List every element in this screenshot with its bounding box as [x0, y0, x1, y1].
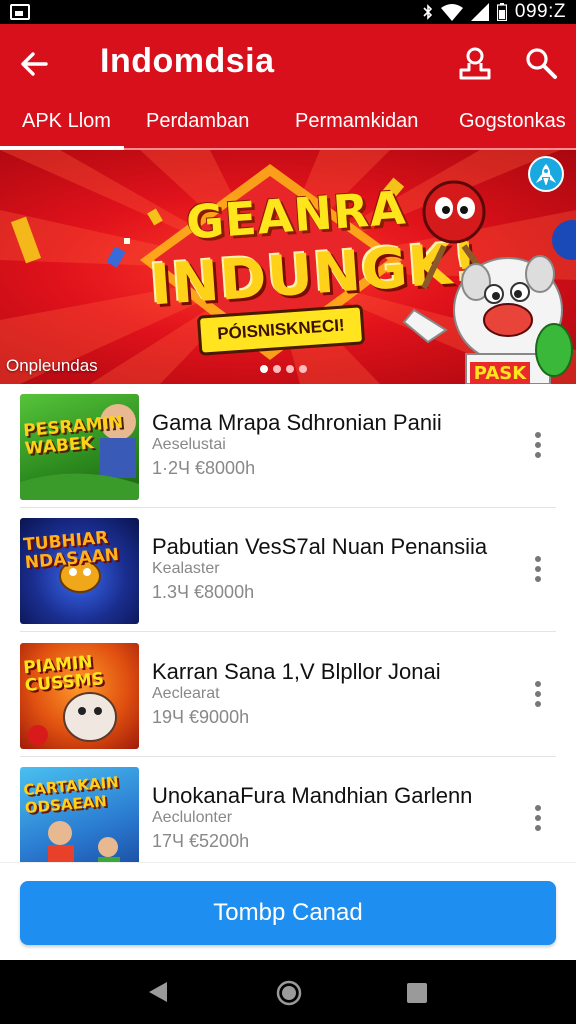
bluetooth-icon — [423, 4, 433, 20]
game-developer: Kealaster — [152, 560, 220, 577]
rocket-icon — [536, 164, 556, 185]
game-title: Pabutian VesS7al Nuan Penansiia — [152, 534, 488, 559]
list-item[interactable]: TUBHIAR NDASAAN Pabutian VesS7al Nuan Pe… — [0, 508, 576, 632]
list-item[interactable]: PIAMIN CUSSMS Karran Sana 1,V Blpllor Jo… — [0, 633, 576, 757]
banner-dot[interactable] — [260, 365, 268, 373]
game-title: Gama Mrapa Sdhronian Panii — [152, 410, 442, 435]
row-divider — [20, 631, 556, 632]
list-item[interactable]: PESRAMIN WABEK Gama Mrapa Sdhronian Pani… — [0, 384, 576, 508]
more-options-icon[interactable] — [524, 430, 552, 460]
game-thumbnail: TUBHIAR NDASAAN — [20, 518, 139, 624]
list-item[interactable]: CARTAKAIN ODSAEAN UnokanaFura Mandhian G… — [0, 757, 576, 862]
game-title: Karran Sana 1,V Blpllor Jonai — [152, 659, 441, 684]
bottom-action-area: Tombp Canad — [0, 862, 576, 960]
game-title: UnokanaFura Mandhian Garlenn — [152, 783, 473, 808]
status-bar: 099:Z — [0, 0, 576, 24]
game-developer: Aeclulonter — [152, 809, 233, 826]
battery-icon — [496, 3, 507, 21]
promo-banner[interactable]: GEANRA INDUNGK! PÓISNISKNECI! PASK Onple… — [0, 150, 576, 384]
game-meta: 1·2Ч €8000h — [152, 458, 256, 478]
more-options-icon[interactable] — [524, 803, 552, 833]
banner-pagination — [260, 365, 307, 373]
mascot-label: PASK — [474, 363, 527, 384]
nav-recent-icon[interactable] — [406, 982, 428, 1009]
wifi-icon — [440, 3, 463, 21]
toolbar: Indomdsia — [0, 24, 576, 104]
tab-bar: APK Llom Perdamban Permamkidan Gogstonka… — [0, 104, 576, 150]
back-arrow-icon[interactable] — [16, 46, 52, 82]
status-icons: 099:Z — [423, 1, 566, 23]
game-thumbnail: PIAMIN CUSSMS — [20, 643, 139, 749]
game-meta: 19Ч €9000h — [152, 707, 250, 727]
tab-gogstonkas[interactable]: Gogstonkas — [459, 110, 566, 133]
tab-permamkidan[interactable]: Permamkidan — [295, 110, 418, 133]
thumbnail-text: TUBHIAR NDASAAN — [22, 527, 120, 574]
game-meta: 1.3Ч €8000h — [152, 582, 255, 602]
nav-home-icon[interactable] — [276, 980, 302, 1011]
game-meta: 17Ч €5200h — [152, 831, 250, 851]
primary-action-button[interactable]: Tombp Canad — [20, 881, 556, 945]
app-bar: Indomdsia APK Llom Perdamban Permamkidan… — [0, 24, 576, 150]
image-icon — [10, 4, 30, 20]
banner-rocket-button[interactable] — [528, 156, 564, 192]
app-screen: 099:Z Indomdsia APK Llom Perdamban Perma… — [0, 0, 576, 1024]
signal-icon — [470, 3, 489, 21]
system-nav-bar — [0, 960, 576, 1024]
more-options-icon[interactable] — [524, 554, 552, 584]
mascot-illustration: PASK — [402, 180, 576, 384]
app-title: Indomdsia — [100, 42, 275, 80]
banner-dot[interactable] — [286, 365, 294, 373]
banner-dot[interactable] — [273, 365, 281, 373]
banner-caption: Onpleundas — [6, 356, 98, 375]
tab-perdamban[interactable]: Perdamban — [146, 110, 249, 133]
search-icon[interactable] — [522, 44, 560, 84]
game-developer: Aeselustai — [152, 436, 226, 453]
banner-badge-text: PÓISNISKNECI! — [216, 315, 346, 344]
game-list: PESRAMIN WABEK Gama Mrapa Sdhronian Pani… — [0, 384, 576, 862]
nav-back-icon[interactable] — [147, 980, 169, 1009]
game-developer: Aeclearat — [152, 685, 220, 702]
game-thumbnail: CARTAKAIN ODSAEAN — [20, 767, 139, 862]
banner-dot[interactable] — [299, 365, 307, 373]
tab-apk-llom[interactable]: APK Llom — [22, 110, 111, 133]
status-time: 099:Z — [514, 1, 566, 22]
game-thumbnail: PESRAMIN WABEK — [20, 394, 139, 500]
user-icon[interactable] — [456, 44, 494, 84]
more-options-icon[interactable] — [524, 679, 552, 709]
